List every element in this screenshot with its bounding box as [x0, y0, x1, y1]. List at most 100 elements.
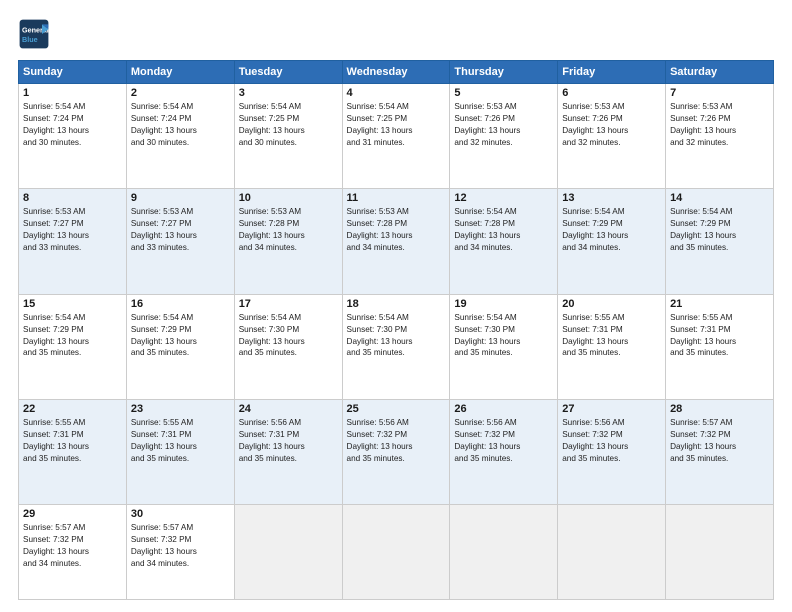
calendar-cell: 23Sunrise: 5:55 AMSunset: 7:31 PMDayligh…: [126, 400, 234, 505]
day-number: 27: [562, 403, 661, 415]
cell-info: Sunrise: 5:53 AMSunset: 7:28 PMDaylight:…: [239, 206, 338, 254]
weekday-header-saturday: Saturday: [666, 61, 774, 84]
day-number: 15: [23, 298, 122, 310]
calendar-row-4: 29 Sunrise: 5:57 AMSunset: 7:32 PMDayligh…: [19, 505, 774, 600]
cell-info: Sunrise: 5:53 AMSunset: 7:26 PMDaylight:…: [670, 101, 769, 149]
calendar-cell: [558, 505, 666, 600]
calendar-cell: 11 Sunrise: 5:53 AMSunset: 7:28 PMDayligh…: [342, 189, 450, 294]
calendar-cell: 16 Sunrise: 5:54 AMSunset: 7:29 PMDayligh…: [126, 294, 234, 399]
calendar-cell: 25 Sunrise: 5:56 AMSunset: 7:32 PMDayligh…: [342, 400, 450, 505]
calendar-cell: 17 Sunrise: 5:54 AMSunset: 7:30 PMDayligh…: [234, 294, 342, 399]
day-number: 29: [23, 508, 122, 520]
cell-info: Sunrise: 5:55 AMSunset: 7:31 PMDaylight:…: [562, 312, 661, 360]
calendar-cell: 18 Sunrise: 5:54 AMSunset: 7:30 PMDayligh…: [342, 294, 450, 399]
weekday-header-thursday: Thursday: [450, 61, 558, 84]
cell-info: Sunrise: 5:57 AMSunset: 7:32 PMDaylight:…: [23, 522, 122, 570]
day-number: 20: [562, 298, 661, 310]
day-number: 6: [562, 87, 661, 99]
day-number: 23: [131, 403, 230, 415]
cell-info: Sunrise: 5:54 AMSunset: 7:30 PMDaylight:…: [454, 312, 553, 360]
calendar-cell: [234, 505, 342, 600]
cell-info: Sunrise: 5:54 AMSunset: 7:30 PMDaylight:…: [347, 312, 446, 360]
day-number: 26: [454, 403, 553, 415]
calendar-row-0: 1 Sunrise: 5:54 AMSunset: 7:24 PMDaylight…: [19, 84, 774, 189]
day-number: 24: [239, 403, 338, 415]
calendar-cell: 8 Sunrise: 5:53 AMSunset: 7:27 PMDaylight…: [19, 189, 127, 294]
svg-text:Blue: Blue: [22, 35, 38, 44]
cell-info: Sunrise: 5:53 AMSunset: 7:27 PMDaylight:…: [23, 206, 122, 254]
calendar-cell: 12 Sunrise: 5:54 AMSunset: 7:28 PMDayligh…: [450, 189, 558, 294]
calendar-cell: 30Sunrise: 5:57 AMSunset: 7:32 PMDayligh…: [126, 505, 234, 600]
calendar-cell: 29 Sunrise: 5:57 AMSunset: 7:32 PMDayligh…: [19, 505, 127, 600]
calendar-cell: 26 Sunrise: 5:56 AMSunset: 7:32 PMDayligh…: [450, 400, 558, 505]
calendar-header-row: SundayMondayTuesdayWednesdayThursdayFrid…: [19, 61, 774, 84]
cell-info: Sunrise: 5:54 AMSunset: 7:24 PMDaylight:…: [23, 101, 122, 149]
calendar-cell: 15 Sunrise: 5:54 AMSunset: 7:29 PMDayligh…: [19, 294, 127, 399]
day-number: 22: [23, 403, 122, 415]
calendar-cell: [666, 505, 774, 600]
calendar-cell: 21Sunrise: 5:55 AMSunset: 7:31 PMDayligh…: [666, 294, 774, 399]
cell-info: Sunrise: 5:56 AMSunset: 7:32 PMDaylight:…: [454, 417, 553, 465]
day-number: 3: [239, 87, 338, 99]
calendar-cell: 13 Sunrise: 5:54 AMSunset: 7:29 PMDayligh…: [558, 189, 666, 294]
day-number: 16: [131, 298, 230, 310]
cell-info: Sunrise: 5:54 AMSunset: 7:30 PMDaylight:…: [239, 312, 338, 360]
weekday-header-tuesday: Tuesday: [234, 61, 342, 84]
day-number: 2: [131, 87, 230, 99]
day-number: 10: [239, 192, 338, 204]
day-number: 25: [347, 403, 446, 415]
cell-info: Sunrise: 5:54 AMSunset: 7:29 PMDaylight:…: [23, 312, 122, 360]
calendar-cell: [342, 505, 450, 600]
calendar-cell: 6Sunrise: 5:53 AMSunset: 7:26 PMDaylight…: [558, 84, 666, 189]
calendar-cell: 19 Sunrise: 5:54 AMSunset: 7:30 PMDayligh…: [450, 294, 558, 399]
cell-info: Sunrise: 5:54 AMSunset: 7:28 PMDaylight:…: [454, 206, 553, 254]
cell-info: Sunrise: 5:54 AMSunset: 7:25 PMDaylight:…: [347, 101, 446, 149]
calendar-cell: 2 Sunrise: 5:54 AMSunset: 7:24 PMDaylight…: [126, 84, 234, 189]
cell-info: Sunrise: 5:54 AMSunset: 7:25 PMDaylight:…: [239, 101, 338, 149]
logo: General Blue: [18, 18, 50, 50]
cell-info: Sunrise: 5:54 AMSunset: 7:24 PMDaylight:…: [131, 101, 230, 149]
day-number: 11: [347, 192, 446, 204]
cell-info: Sunrise: 5:54 AMSunset: 7:29 PMDaylight:…: [670, 206, 769, 254]
cell-info: Sunrise: 5:53 AMSunset: 7:28 PMDaylight:…: [347, 206, 446, 254]
cell-info: Sunrise: 5:56 AMSunset: 7:31 PMDaylight:…: [239, 417, 338, 465]
day-number: 19: [454, 298, 553, 310]
day-number: 14: [670, 192, 769, 204]
day-number: 5: [454, 87, 553, 99]
cell-info: Sunrise: 5:54 AMSunset: 7:29 PMDaylight:…: [131, 312, 230, 360]
day-number: 4: [347, 87, 446, 99]
day-number: 18: [347, 298, 446, 310]
calendar-cell: 1 Sunrise: 5:54 AMSunset: 7:24 PMDaylight…: [19, 84, 127, 189]
calendar-cell: 7Sunrise: 5:53 AMSunset: 7:26 PMDaylight…: [666, 84, 774, 189]
cell-info: Sunrise: 5:56 AMSunset: 7:32 PMDaylight:…: [347, 417, 446, 465]
weekday-header-wednesday: Wednesday: [342, 61, 450, 84]
calendar-cell: 5 Sunrise: 5:53 AMSunset: 7:26 PMDaylight…: [450, 84, 558, 189]
cell-info: Sunrise: 5:54 AMSunset: 7:29 PMDaylight:…: [562, 206, 661, 254]
day-number: 8: [23, 192, 122, 204]
calendar-row-2: 15 Sunrise: 5:54 AMSunset: 7:29 PMDayligh…: [19, 294, 774, 399]
day-number: 17: [239, 298, 338, 310]
calendar-cell: 20 Sunrise: 5:55 AMSunset: 7:31 PMDayligh…: [558, 294, 666, 399]
calendar-cell: 9Sunrise: 5:53 AMSunset: 7:27 PMDaylight…: [126, 189, 234, 294]
calendar-cell: 10 Sunrise: 5:53 AMSunset: 7:28 PMDayligh…: [234, 189, 342, 294]
calendar-cell: 24 Sunrise: 5:56 AMSunset: 7:31 PMDayligh…: [234, 400, 342, 505]
calendar-table: SundayMondayTuesdayWednesdayThursdayFrid…: [18, 60, 774, 600]
cell-info: Sunrise: 5:55 AMSunset: 7:31 PMDaylight:…: [23, 417, 122, 465]
weekday-header-friday: Friday: [558, 61, 666, 84]
weekday-header-sunday: Sunday: [19, 61, 127, 84]
calendar-cell: 14 Sunrise: 5:54 AMSunset: 7:29 PMDayligh…: [666, 189, 774, 294]
header: General Blue: [18, 18, 774, 50]
logo-icon: General Blue: [18, 18, 50, 50]
cell-info: Sunrise: 5:55 AMSunset: 7:31 PMDaylight:…: [670, 312, 769, 360]
day-number: 28: [670, 403, 769, 415]
day-number: 12: [454, 192, 553, 204]
cell-info: Sunrise: 5:53 AMSunset: 7:27 PMDaylight:…: [131, 206, 230, 254]
day-number: 1: [23, 87, 122, 99]
cell-info: Sunrise: 5:57 AMSunset: 7:32 PMDaylight:…: [131, 522, 230, 570]
calendar-cell: [450, 505, 558, 600]
day-number: 13: [562, 192, 661, 204]
cell-info: Sunrise: 5:53 AMSunset: 7:26 PMDaylight:…: [454, 101, 553, 149]
calendar-cell: 4 Sunrise: 5:54 AMSunset: 7:25 PMDaylight…: [342, 84, 450, 189]
cell-info: Sunrise: 5:56 AMSunset: 7:32 PMDaylight:…: [562, 417, 661, 465]
calendar-row-1: 8 Sunrise: 5:53 AMSunset: 7:27 PMDaylight…: [19, 189, 774, 294]
